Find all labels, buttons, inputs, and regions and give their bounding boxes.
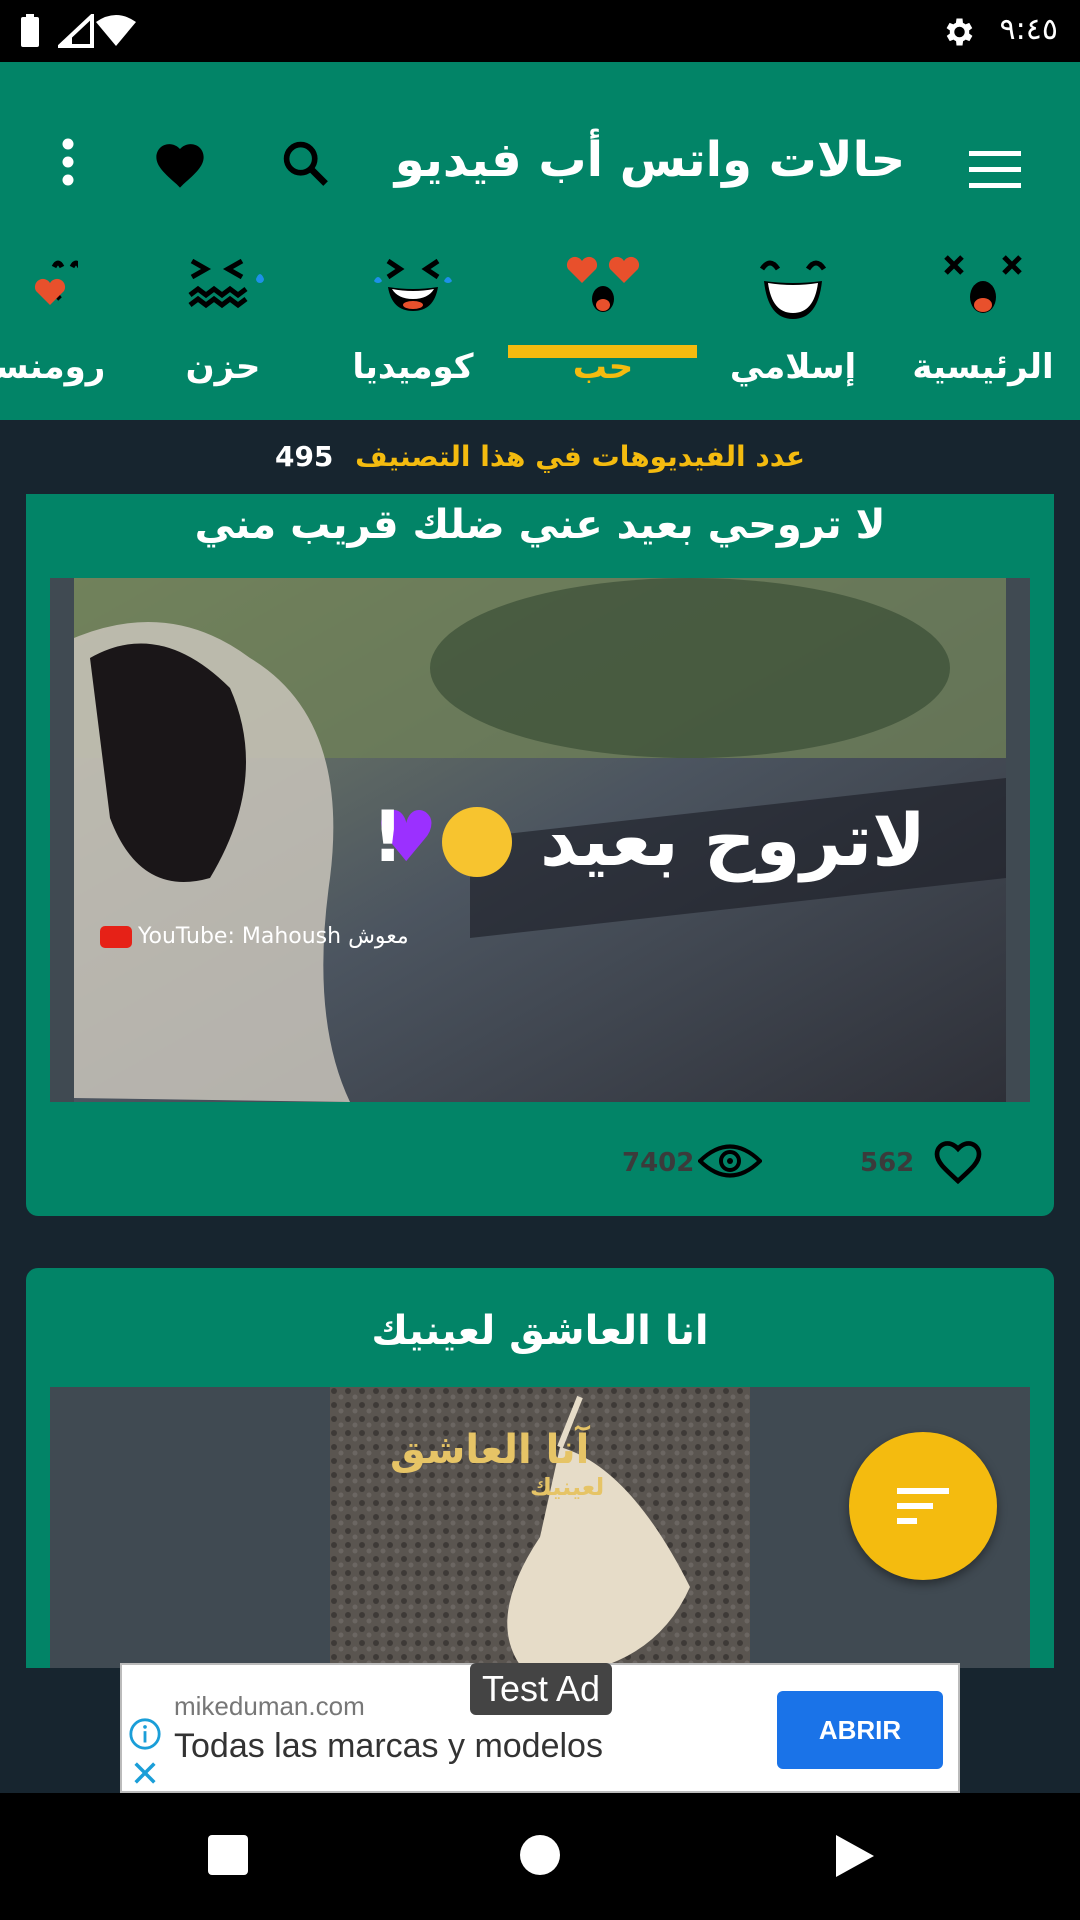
count-value: 495 — [274, 440, 334, 473]
video-title: لا تروحي بعيد عني ضلك قريب مني — [194, 502, 886, 548]
test-ad-badge: Test Ad — [470, 1663, 612, 1715]
cell-signal-icon — [58, 14, 94, 48]
more-vert-icon — [62, 138, 74, 186]
tab-label: كوميديا — [352, 347, 474, 387]
wifi-icon — [96, 15, 136, 46]
dizzy-face-icon — [944, 255, 1022, 313]
recents-button[interactable] — [208, 1835, 248, 1875]
thumbnail-emojis: ♥! — [372, 796, 512, 878]
crying-face-icon — [188, 258, 264, 309]
tab-love[interactable]: حب — [508, 237, 698, 412]
favorites-button[interactable] — [144, 130, 216, 196]
thumbnail-overlay-text: آنا العاشق — [390, 1427, 590, 1473]
heart-icon — [156, 144, 204, 188]
tab-sad[interactable]: حزن — [128, 237, 318, 412]
app-title: حالات واتس أب فيديو — [394, 132, 906, 188]
nav-drawer-button[interactable] — [965, 140, 1025, 200]
clock: ٩:٤٥ — [999, 12, 1058, 47]
video-card[interactable]: لا تروحي بعيد عني ضلك قريب مني لاتروح بع… — [26, 494, 1054, 1216]
category-video-count: عدد الفيديوهات في هذا التصنيف 495 — [0, 440, 1080, 473]
sort-icon — [897, 1488, 949, 1524]
tab-label: الرئيسية — [912, 347, 1054, 387]
tab-comedy[interactable]: كوميديا — [318, 237, 508, 412]
search-icon — [283, 141, 328, 186]
overflow-menu-button[interactable] — [48, 132, 88, 192]
tab-home[interactable]: الرئيسية — [888, 237, 1078, 412]
tab-islamic[interactable]: إسلامي — [698, 237, 888, 412]
thumbnail-overlay-subtext: لعينيك — [530, 1473, 605, 1501]
video-thumbnail[interactable]: لاتروح بعيد ♥! YouTube: Mahoush معوش — [50, 578, 1030, 1102]
tab-label: حزن — [185, 347, 261, 387]
view-count: 7402 — [622, 1148, 695, 1178]
youtube-icon — [100, 925, 132, 948]
kiss-face-icon — [34, 260, 78, 305]
ad-open-button[interactable]: ABRIR — [777, 1691, 943, 1769]
video-title: انا العاشق لعينيك — [371, 1308, 709, 1354]
status-bar: ٩:٤٥ — [0, 0, 1080, 62]
sort-fab-button[interactable] — [849, 1432, 997, 1580]
ad-banner[interactable]: Test Ad mikeduman.com Todas las marcas y… — [120, 1663, 960, 1793]
hamburger-menu-icon — [969, 151, 1021, 188]
back-button[interactable] — [834, 1833, 876, 1879]
like-count: 562 — [860, 1148, 915, 1178]
search-button[interactable] — [272, 130, 338, 196]
thumbnail-watermark: YouTube: Mahoush معوش — [100, 924, 409, 949]
close-icon[interactable] — [131, 1759, 159, 1787]
tab-romance[interactable]: رومنسية — [0, 237, 128, 412]
thumbnail-overlay-text: لاتروح بعيد — [540, 798, 926, 882]
system-nav-bar — [0, 1793, 1080, 1920]
home-button[interactable] — [520, 1835, 560, 1875]
tab-label: إسلامي — [729, 347, 857, 387]
laugh-cry-face-icon — [374, 258, 452, 311]
battery-icon — [21, 14, 39, 47]
eye-icon — [698, 1144, 762, 1178]
heart-outline-icon — [934, 1141, 982, 1185]
heart-eyes-face-icon — [566, 256, 640, 312]
settings-gear-icon — [946, 18, 973, 46]
info-icon[interactable] — [128, 1717, 162, 1751]
smile-face-icon — [759, 260, 827, 319]
ad-headline: Todas las marcas y modelos — [174, 1727, 603, 1765]
app-bar: حالات واتس أب فيديو الرئيسية إسلامي حب ك… — [0, 62, 1080, 420]
like-button[interactable] — [930, 1134, 988, 1188]
tab-label: رومنسية — [0, 347, 106, 387]
tab-active-indicator — [508, 345, 697, 358]
count-label: عدد الفيديوهات في هذا التصنيف — [355, 440, 806, 473]
ad-domain: mikeduman.com — [174, 1691, 365, 1721]
